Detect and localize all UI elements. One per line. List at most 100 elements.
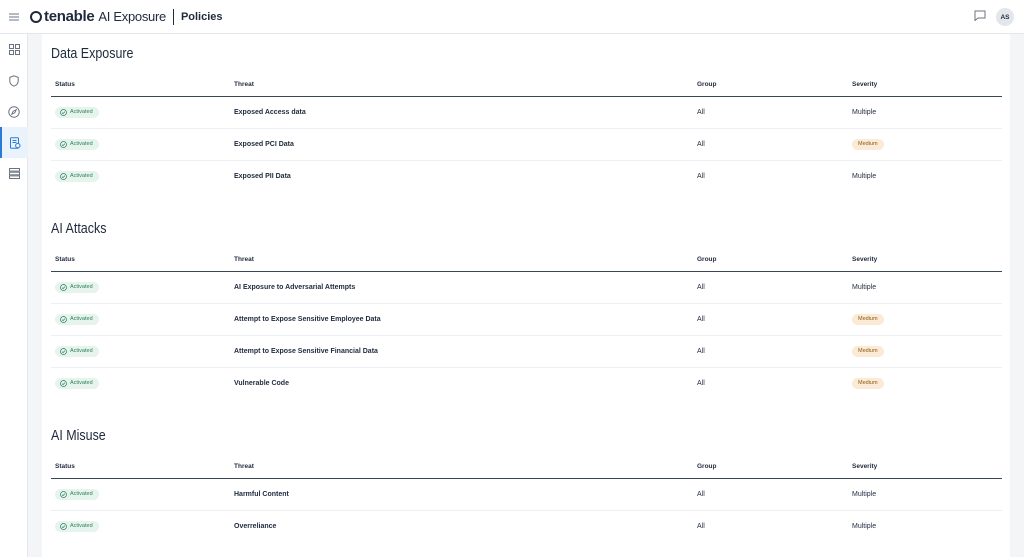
- policy-icon: [10, 136, 21, 149]
- group-value: All: [697, 522, 705, 530]
- check-circle-icon: [60, 522, 67, 530]
- group-value: All: [697, 379, 705, 387]
- status-badge: Activated: [55, 345, 99, 357]
- page-title: Policies: [180, 10, 223, 23]
- threat-name[interactable]: Attempt to Expose Sensitive Employee Dat…: [230, 303, 693, 336]
- status-label: Activated: [70, 109, 93, 115]
- group-value: All: [693, 335, 848, 368]
- check-circle-icon: [60, 108, 67, 116]
- sidebar: [0, 34, 28, 557]
- table-header-row: Status Threat Group Severity: [51, 74, 1002, 97]
- column-header-threat[interactable]: Threat: [230, 74, 693, 97]
- group-value: All: [693, 478, 848, 511]
- status-label: Activated: [70, 141, 93, 147]
- status-badge: Activated: [55, 170, 99, 182]
- status-badge: Activated: [55, 520, 99, 532]
- threat-name[interactable]: Exposed PCI Data: [230, 128, 693, 161]
- compass-icon: [8, 105, 20, 118]
- check-circle-icon: [60, 140, 67, 148]
- table-header-row: Status Threat Group Severity: [51, 249, 1002, 272]
- status-badge: Activated: [55, 138, 99, 150]
- sidebar-item-dashboard[interactable]: [0, 34, 28, 65]
- menu-icon[interactable]: [0, 0, 28, 34]
- threat-name[interactable]: Overreliance: [230, 510, 693, 542]
- top-bar: tenable AI Exposure Policies AS: [0, 0, 1024, 34]
- severity-value: Multiple: [852, 522, 877, 530]
- column-header-severity[interactable]: Severity: [848, 249, 1002, 272]
- status-label: Activated: [70, 380, 93, 387]
- section-title: AI Attacks: [51, 221, 107, 237]
- table-row[interactable]: Activated Vulnerable Code All Medium: [51, 367, 1002, 399]
- column-header-threat[interactable]: Threat: [230, 249, 693, 272]
- status-label: Activated: [70, 316, 93, 322]
- check-circle-icon: [60, 347, 67, 355]
- status-label: Activated: [70, 491, 93, 497]
- list-icon: [8, 168, 20, 179]
- section-data-exposure: Data Exposure Status Threat Group Severi…: [42, 34, 1010, 192]
- logo-mark-icon: [30, 10, 42, 23]
- group-value: All: [693, 271, 848, 304]
- policies-content: Data Exposure Status Threat Group Severi…: [42, 34, 1010, 557]
- section-ai-attacks: AI Attacks Status Threat Group Severity …: [42, 209, 1010, 399]
- column-header-status[interactable]: Status: [51, 249, 230, 272]
- threat-name[interactable]: Attempt to Expose Sensitive Financial Da…: [230, 335, 693, 368]
- group-value: All: [693, 128, 848, 161]
- column-header-severity[interactable]: Severity: [848, 74, 1002, 97]
- table-row[interactable]: Activated Overreliance All Multiple: [51, 510, 1002, 542]
- table-header-row: Status Threat Group Severity: [51, 456, 1002, 479]
- column-header-status[interactable]: Status: [51, 456, 230, 479]
- section-ai-misuse: AI Misuse Status Threat Group Severity A…: [42, 416, 1010, 542]
- status-badge: Activated: [55, 106, 99, 118]
- sidebar-item-policies[interactable]: [0, 127, 28, 158]
- logo-word: tenable: [44, 8, 95, 25]
- severity-badge: Medium: [852, 138, 884, 150]
- threat-name[interactable]: Vulnerable Code: [230, 367, 693, 399]
- sidebar-item-explore[interactable]: [0, 96, 28, 127]
- policy-table: Status Threat Group Severity Activated A…: [51, 249, 1002, 399]
- chat-icon[interactable]: [974, 8, 986, 26]
- table-row[interactable]: Activated Exposed PII Data All Multiple: [51, 160, 1002, 192]
- column-header-group[interactable]: Group: [693, 456, 848, 479]
- severity-value: Multiple: [848, 478, 1002, 511]
- table-row[interactable]: Activated Harmful Content All Multiple: [51, 478, 1002, 511]
- group-value: All: [693, 96, 848, 129]
- group-value: All: [693, 303, 848, 336]
- table-row[interactable]: Activated Attempt to Expose Sensitive Em…: [51, 303, 1002, 336]
- tenable-logo[interactable]: tenable AI Exposure: [30, 8, 166, 25]
- column-header-status[interactable]: Status: [51, 74, 230, 97]
- severity-value: Multiple: [848, 271, 1002, 304]
- status-badge: Activated: [55, 281, 99, 293]
- status-label: Activated: [70, 284, 93, 290]
- sidebar-item-security[interactable]: [0, 65, 28, 96]
- column-header-threat[interactable]: Threat: [230, 456, 693, 479]
- table-row[interactable]: Activated Attempt to Expose Sensitive Fi…: [51, 335, 1002, 368]
- status-label: Activated: [70, 348, 93, 354]
- shield-icon: [9, 74, 19, 87]
- check-circle-icon: [60, 490, 67, 498]
- threat-name[interactable]: Exposed PII Data: [230, 160, 693, 192]
- severity-badge: Medium: [852, 377, 884, 389]
- section-title: AI Misuse: [51, 428, 106, 444]
- sidebar-item-list[interactable]: [0, 158, 28, 189]
- column-header-severity[interactable]: Severity: [848, 456, 1002, 479]
- threat-name[interactable]: AI Exposure to Adversarial Attempts: [230, 271, 693, 304]
- check-circle-icon: [60, 172, 67, 180]
- avatar[interactable]: AS: [996, 8, 1014, 26]
- product-name: AI Exposure: [98, 9, 166, 24]
- severity-badge: Medium: [852, 313, 884, 325]
- threat-name[interactable]: Exposed Access data: [230, 96, 693, 129]
- policy-table: Status Threat Group Severity Activated E…: [51, 74, 1002, 192]
- table-row[interactable]: Activated Exposed PCI Data All Medium: [51, 128, 1002, 161]
- status-label: Activated: [70, 523, 93, 530]
- threat-name[interactable]: Harmful Content: [230, 478, 693, 511]
- check-circle-icon: [60, 379, 67, 387]
- status-badge: Activated: [55, 313, 99, 325]
- column-header-group[interactable]: Group: [693, 74, 848, 97]
- table-row[interactable]: Activated AI Exposure to Adversarial Att…: [51, 271, 1002, 304]
- status-badge: Activated: [55, 488, 99, 500]
- table-row[interactable]: Activated Exposed Access data All Multip…: [51, 96, 1002, 129]
- title-divider: [172, 8, 174, 25]
- column-header-group[interactable]: Group: [693, 249, 848, 272]
